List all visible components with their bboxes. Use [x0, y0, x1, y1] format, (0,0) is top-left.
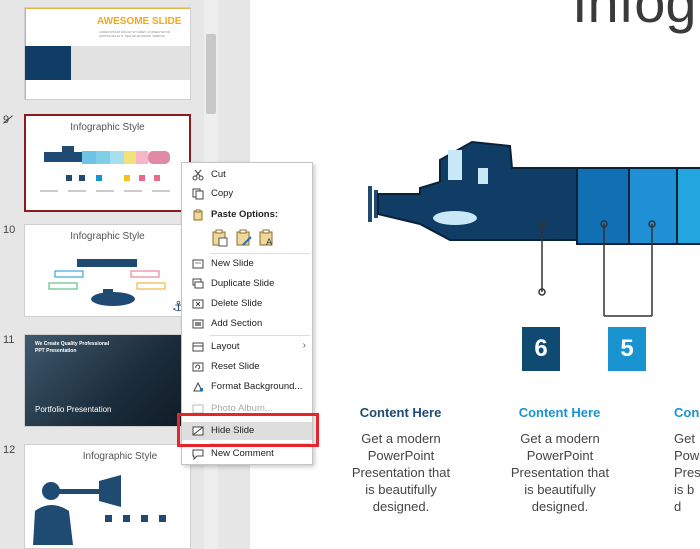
- powerpoint-window: AWESOME SLIDE LOREM IPSUM DOLOR SIT AMET…: [0, 0, 700, 549]
- paste-keep-format-icon[interactable]: [235, 229, 253, 247]
- content-heading-2: Content Here: [518, 405, 601, 420]
- slide-thumbnail-9[interactable]: Infographic Style: [24, 114, 191, 212]
- svg-text:A: A: [266, 238, 273, 247]
- trumpeter-silhouette: [33, 475, 166, 545]
- content-body-2: Get a modern PowerPoint Presentation that i…: [510, 431, 610, 514]
- thumb-grey-band: [71, 46, 190, 80]
- paste-text-only-icon[interactable]: A: [258, 229, 276, 248]
- copy-icon: [192, 188, 204, 200]
- content-body-1: Get a modern PowerPoint Presentation that i…: [351, 431, 451, 514]
- thumb-title: We Create Quality Professional PPT Prese…: [35, 341, 110, 354]
- menu-item-add-section[interactable]: Add Section: [182, 315, 312, 333]
- comment-icon: [192, 449, 204, 460]
- submarine-thumb-graphic: [40, 146, 170, 192]
- menu-item-format-background[interactable]: Format Background...: [182, 378, 312, 396]
- chevron-right-icon: ›: [302, 340, 306, 351]
- menu-item-layout[interactable]: Layout ›: [182, 338, 312, 356]
- slide-title[interactable]: Infog: [572, 0, 697, 35]
- slide-10-graphic: [48, 259, 166, 306]
- thumb-blue-block: [25, 46, 71, 80]
- content-body-3: GetPowPreseis bd: [674, 431, 700, 514]
- menu-item-reset-slide[interactable]: Reset Slide: [182, 358, 312, 376]
- clipboard-icon: [193, 209, 203, 221]
- menu-item-copy[interactable]: Copy: [182, 185, 312, 203]
- menu-separator: [210, 335, 310, 336]
- paste-option-row: A: [211, 229, 276, 250]
- add-section-icon: [192, 319, 204, 329]
- format-background-icon: [193, 381, 203, 392]
- slide-number-10: 10: [3, 224, 16, 236]
- slide-editing-canvas[interactable]: Infog 6 5 Content Here Get a modern Power…: [250, 0, 700, 549]
- number-box-6: 6: [522, 327, 560, 371]
- menu-item-delete-slide[interactable]: Delete Slide: [182, 295, 312, 313]
- menu-item-new-comment[interactable]: New Comment: [182, 445, 312, 463]
- slide-number-11: 11: [3, 334, 15, 346]
- scissors-icon: [192, 169, 204, 181]
- slide-thumbnail-10[interactable]: Infographic Style: [24, 224, 191, 317]
- menu-item-paste-options: Paste Options:: [182, 206, 312, 224]
- paste-keep-theme-icon[interactable]: [211, 229, 229, 247]
- content-heading-3: Con: [674, 405, 700, 420]
- slide-number-9: 9: [3, 114, 13, 126]
- number-box-5: 5: [608, 327, 646, 371]
- slide-thumbnail-11[interactable]: We Create Quality Professional PPT Prese…: [24, 334, 191, 427]
- new-slide-icon: [192, 259, 204, 269]
- menu-item-duplicate-slide[interactable]: Duplicate Slide: [182, 275, 312, 293]
- reset-slide-icon: [192, 362, 204, 372]
- delete-slide-icon: [192, 299, 204, 309]
- menu-item-new-slide[interactable]: New Slide: [182, 255, 312, 273]
- thumb-body: LOREM IPSUM DOLOR SIT AMET, CONSECTETUR …: [99, 30, 171, 38]
- slide-number-12: 12: [3, 444, 16, 456]
- scrollbar-thumb[interactable]: [206, 34, 216, 114]
- highlight-box: [177, 413, 319, 447]
- submarine-infographic: [368, 140, 700, 317]
- menu-item-cut[interactable]: Cut: [182, 166, 312, 184]
- thumb-title: AWESOME SLIDE: [97, 16, 182, 27]
- slide-thumbnail-12[interactable]: Infographic Style: [24, 444, 191, 549]
- thumb-footer: Portfolio Presentation: [35, 405, 112, 414]
- slide-thumbnail-8[interactable]: AWESOME SLIDE LOREM IPSUM DOLOR SIT AMET…: [24, 7, 191, 100]
- content-heading-1: Content Here: [359, 405, 442, 420]
- layout-icon: [192, 342, 204, 352]
- duplicate-slide-icon: [192, 278, 204, 289]
- menu-separator: [210, 253, 310, 254]
